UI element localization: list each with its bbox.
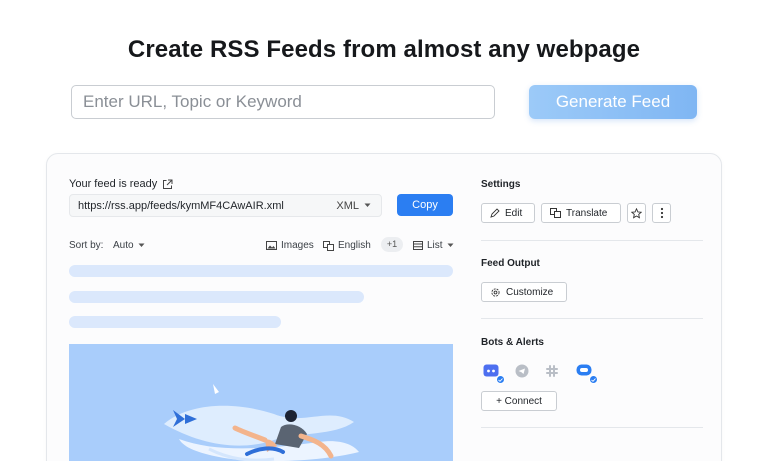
images-toggle[interactable]: Images <box>266 240 314 251</box>
view-select[interactable]: List <box>413 240 454 251</box>
loading-placeholder-bar <box>69 316 281 328</box>
format-select[interactable]: XML <box>336 200 381 212</box>
more-vertical-icon <box>660 207 663 219</box>
feed-output-title: Feed Output <box>481 258 540 269</box>
view-label: List <box>427 240 443 251</box>
feed-preview-card: Your feed is ready https://rss.app/feeds… <box>46 153 722 461</box>
image-icon <box>266 241 277 250</box>
chat-icon[interactable] <box>574 361 598 384</box>
list-icon <box>413 241 423 250</box>
copy-button[interactable]: Copy <box>397 194 453 216</box>
edit-button[interactable]: Edit <box>481 203 535 223</box>
feed-illustration <box>69 344 453 461</box>
feed-toolbar: Sort by: Auto Images English +1 List <box>69 237 454 254</box>
favorite-button[interactable] <box>627 203 646 223</box>
feed-ready-row: Your feed is ready <box>69 178 173 190</box>
loading-placeholder-bar <box>69 265 453 277</box>
chevron-down-icon <box>364 203 371 207</box>
settings-title: Settings <box>481 179 521 190</box>
bots-alerts-title: Bots & Alerts <box>481 337 544 348</box>
translate-icon <box>323 240 334 251</box>
discord-icon[interactable] <box>481 361 505 384</box>
language-select[interactable]: English <box>323 240 371 251</box>
edit-label: Edit <box>505 207 523 219</box>
check-badge-icon <box>589 375 598 384</box>
extra-languages-badge[interactable]: +1 <box>381 237 403 252</box>
sort-label: Sort by: <box>69 240 104 251</box>
feed-url-field[interactable]: https://rss.app/feeds/kymMF4CAwAIR.xml X… <box>69 194 382 217</box>
feed-preview-panel: Your feed is ready https://rss.app/feeds… <box>69 154 454 461</box>
generate-feed-button[interactable]: Generate Feed <box>529 85 697 119</box>
section-divider <box>481 427 703 428</box>
section-divider <box>481 318 703 319</box>
telegram-icon[interactable] <box>512 361 532 381</box>
images-label: Images <box>281 240 314 251</box>
loading-placeholder-bar <box>69 291 364 303</box>
translate-label: Translate <box>566 207 608 219</box>
chevron-down-icon <box>138 243 145 247</box>
more-options-button[interactable] <box>652 203 671 223</box>
translate-button[interactable]: Translate <box>541 203 621 223</box>
section-divider <box>481 240 703 241</box>
feed-url-text[interactable]: https://rss.app/feeds/kymMF4CAwAIR.xml <box>70 200 336 212</box>
feed-settings-panel: Settings Edit Translate Feed Output Cust… <box>481 154 703 461</box>
feed-ready-label: Your feed is ready <box>69 178 158 190</box>
customize-button[interactable]: Customize <box>481 282 567 302</box>
page-headline: Create RSS Feeds from almost any webpage <box>127 36 641 63</box>
language-label: English <box>338 240 371 251</box>
chevron-down-icon <box>447 243 454 247</box>
gear-icon <box>491 287 500 297</box>
check-badge-icon <box>496 375 505 384</box>
sort-select[interactable]: Auto <box>113 240 145 251</box>
sort-value: Auto <box>113 240 134 251</box>
slack-icon[interactable] <box>542 361 562 381</box>
connect-button[interactable]: + Connect <box>481 391 557 411</box>
customize-label: Customize <box>506 286 554 298</box>
pencil-icon <box>490 208 500 218</box>
translate-icon <box>550 208 561 218</box>
external-link-icon[interactable] <box>162 179 173 190</box>
star-icon <box>631 207 642 219</box>
search-input[interactable] <box>71 85 495 119</box>
format-value: XML <box>336 199 359 212</box>
